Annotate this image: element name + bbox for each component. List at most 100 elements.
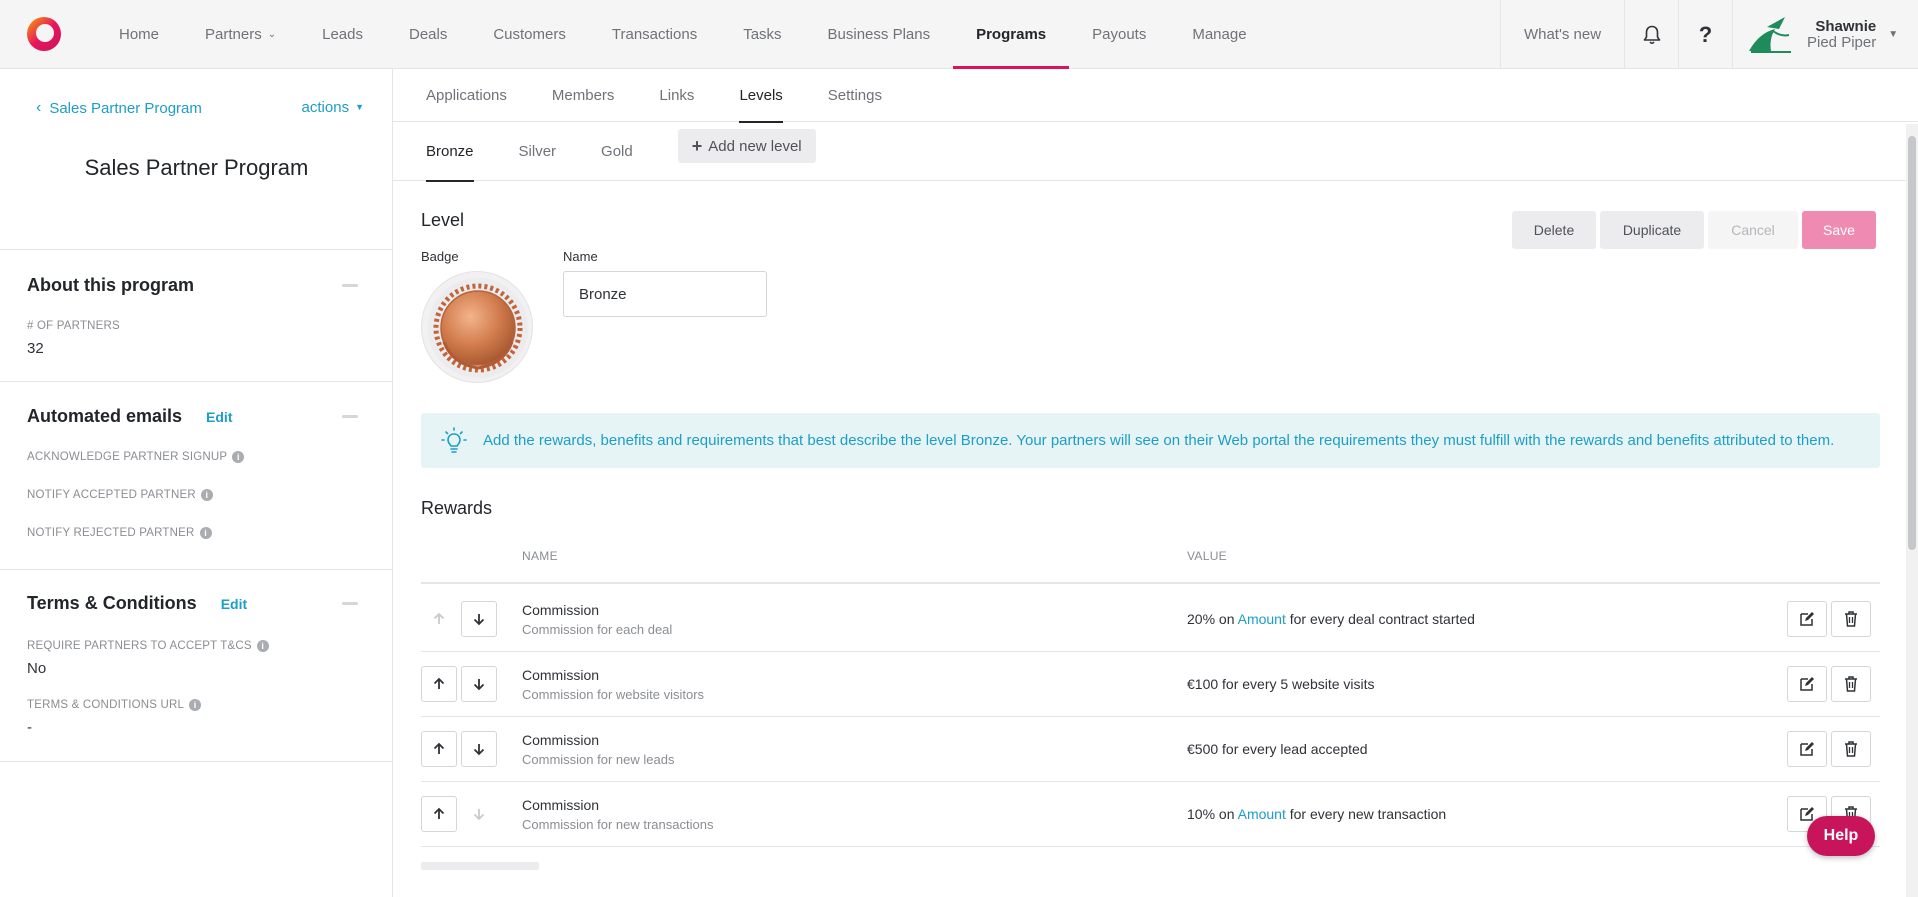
scrollbar-thumb[interactable] [1908, 136, 1916, 550]
tcs-url-label: TERMS & CONDITIONS URL i [27, 699, 202, 711]
add-new-level-button[interactable]: + Add new level [677, 129, 816, 163]
level-tab-silver[interactable]: Silver [519, 122, 557, 181]
move-down-button[interactable] [461, 601, 497, 637]
chevron-left-icon: ‹ [36, 99, 42, 116]
nav-item-payouts[interactable]: Payouts [1069, 0, 1169, 68]
info-icon[interactable]: i [200, 489, 213, 501]
reward-value: 20% on Amount for every deal contract st… [1187, 611, 1475, 627]
duplicate-button[interactable]: Duplicate [1600, 211, 1704, 249]
collapse-terms-button[interactable] [342, 602, 358, 605]
reward-value-field-link[interactable]: Amount [1238, 611, 1286, 627]
info-icon[interactable]: i [232, 451, 245, 463]
nav-item-deals[interactable]: Deals [386, 0, 470, 68]
badge-picker[interactable] [421, 271, 533, 383]
about-heading-text: About this program [27, 275, 194, 295]
edit-reward-button[interactable] [1787, 731, 1827, 767]
tab-members[interactable]: Members [552, 69, 615, 122]
program-main: Applications Members Links Levels Settings B… [393, 69, 1918, 897]
collapse-emails-button[interactable] [342, 415, 358, 418]
move-down-button[interactable] [461, 731, 497, 767]
terms-heading-text: Terms & Conditions [27, 593, 197, 613]
require-tcs-label: REQUIRE PARTNERS TO ACCEPT T&CS i [27, 640, 269, 652]
move-up-button[interactable] [421, 666, 457, 702]
delete-button[interactable]: Delete [1512, 211, 1596, 249]
info-icon[interactable]: i [199, 527, 212, 539]
add-reward-placeholder [421, 862, 539, 870]
edit-icon [1800, 807, 1814, 821]
notifications-button[interactable] [1624, 0, 1678, 69]
nav-item-business-plans[interactable]: Business Plans [805, 0, 954, 68]
cancel-button[interactable]: Cancel [1708, 211, 1798, 249]
help-center-button[interactable]: ? [1678, 0, 1732, 69]
level-name-input[interactable] [563, 271, 767, 317]
reward-value-field-link[interactable]: Amount [1238, 806, 1286, 822]
back-to-program-link[interactable]: ‹ Sales Partner Program [36, 99, 202, 117]
reward-value-text: for every deal contract started [1285, 611, 1475, 627]
level-heading: Level [421, 210, 465, 230]
nav-item-programs[interactable]: Programs [953, 0, 1070, 69]
save-button[interactable]: Save [1802, 211, 1876, 249]
nav-item-home[interactable]: Home [96, 0, 182, 68]
reward-name: Commission [522, 667, 600, 683]
nav-item-label: Business Plans [827, 25, 931, 43]
reward-description: Commission for new transactions [522, 817, 714, 832]
delete-reward-button[interactable] [1831, 666, 1871, 702]
edit-reward-button[interactable] [1787, 666, 1827, 702]
edit-icon [1800, 612, 1814, 626]
edit-emails-button[interactable]: Edit [206, 409, 232, 425]
user-menu[interactable]: Shawnie Pied Piper ▼ [1732, 0, 1918, 69]
bronze-medal-badge [428, 278, 528, 378]
nav-item-transactions[interactable]: Transactions [589, 0, 720, 68]
actions-dropdown[interactable]: actions ▼ [302, 99, 364, 116]
app-logo[interactable] [26, 16, 62, 52]
level-tab-bronze[interactable]: Bronze [426, 122, 474, 182]
edit-icon [1800, 677, 1814, 691]
edit-terms-button[interactable]: Edit [221, 596, 247, 612]
level-tabs: Bronze Silver Gold + Add new level [393, 122, 1918, 182]
info-icon[interactable]: i [256, 640, 269, 652]
require-tcs-label-text: REQUIRE PARTNERS TO ACCEPT T&CS [27, 640, 252, 652]
nav-item-leads[interactable]: Leads [299, 0, 386, 68]
info-icon[interactable]: i [189, 699, 202, 711]
delete-reward-button[interactable] [1831, 601, 1871, 637]
collapse-about-button[interactable] [342, 284, 358, 287]
program-title: Sales Partner Program [84, 155, 309, 180]
level-tab-gold[interactable]: Gold [601, 122, 633, 181]
help-chat-button[interactable]: Help [1807, 816, 1875, 856]
reward-name: Commission [522, 732, 600, 748]
nav-item-label: Programs [976, 25, 1047, 43]
tcs-url-label-text: TERMS & CONDITIONS URL [27, 699, 185, 711]
value-column-header: VALUE [1187, 549, 1227, 563]
name-column-header: NAME [522, 549, 558, 563]
move-up-button[interactable] [421, 731, 457, 767]
email-notify-accepted[interactable]: NOTIFY ACCEPTED PARTNER i [27, 489, 213, 501]
tab-levels[interactable]: Levels [739, 69, 784, 123]
about-heading: About this program [27, 275, 194, 296]
whats-new-link[interactable]: What's new [1500, 0, 1624, 69]
move-up-button[interactable] [421, 796, 457, 832]
tab-applications[interactable]: Applications [426, 69, 507, 122]
user-info: Shawnie Pied Piper [1807, 18, 1877, 51]
email-notify-rejected[interactable]: NOTIFY REJECTED PARTNER i [27, 527, 212, 539]
move-down-button[interactable] [461, 666, 497, 702]
email-acknowledge-signup[interactable]: ACKNOWLEDGE PARTNER SIGNUP i [27, 451, 245, 463]
nav-item-partners[interactable]: Partners ⌄ [182, 0, 299, 68]
arrow-up-icon [433, 742, 445, 754]
nav-item-customers[interactable]: Customers [470, 0, 589, 68]
nav-item-label: Manage [1192, 25, 1247, 43]
arrow-down-icon [473, 614, 485, 626]
plus-icon: + [691, 135, 703, 156]
nav-item-label: Transactions [611, 25, 698, 43]
tab-links[interactable]: Links [659, 69, 694, 122]
nav-item-manage[interactable]: Manage [1169, 0, 1269, 68]
edit-reward-button[interactable] [1787, 601, 1827, 637]
reward-value: €500 for every lead accepted [1187, 741, 1368, 757]
delete-reward-button[interactable] [1831, 731, 1871, 767]
reward-name: Commission [522, 602, 600, 618]
user-company: Pied Piper [1807, 33, 1877, 51]
tab-settings[interactable]: Settings [828, 69, 882, 122]
edit-icon [1800, 742, 1814, 756]
nav-item-label: Payouts [1092, 25, 1147, 43]
arrow-down-icon [473, 744, 485, 756]
nav-item-tasks[interactable]: Tasks [720, 0, 804, 68]
